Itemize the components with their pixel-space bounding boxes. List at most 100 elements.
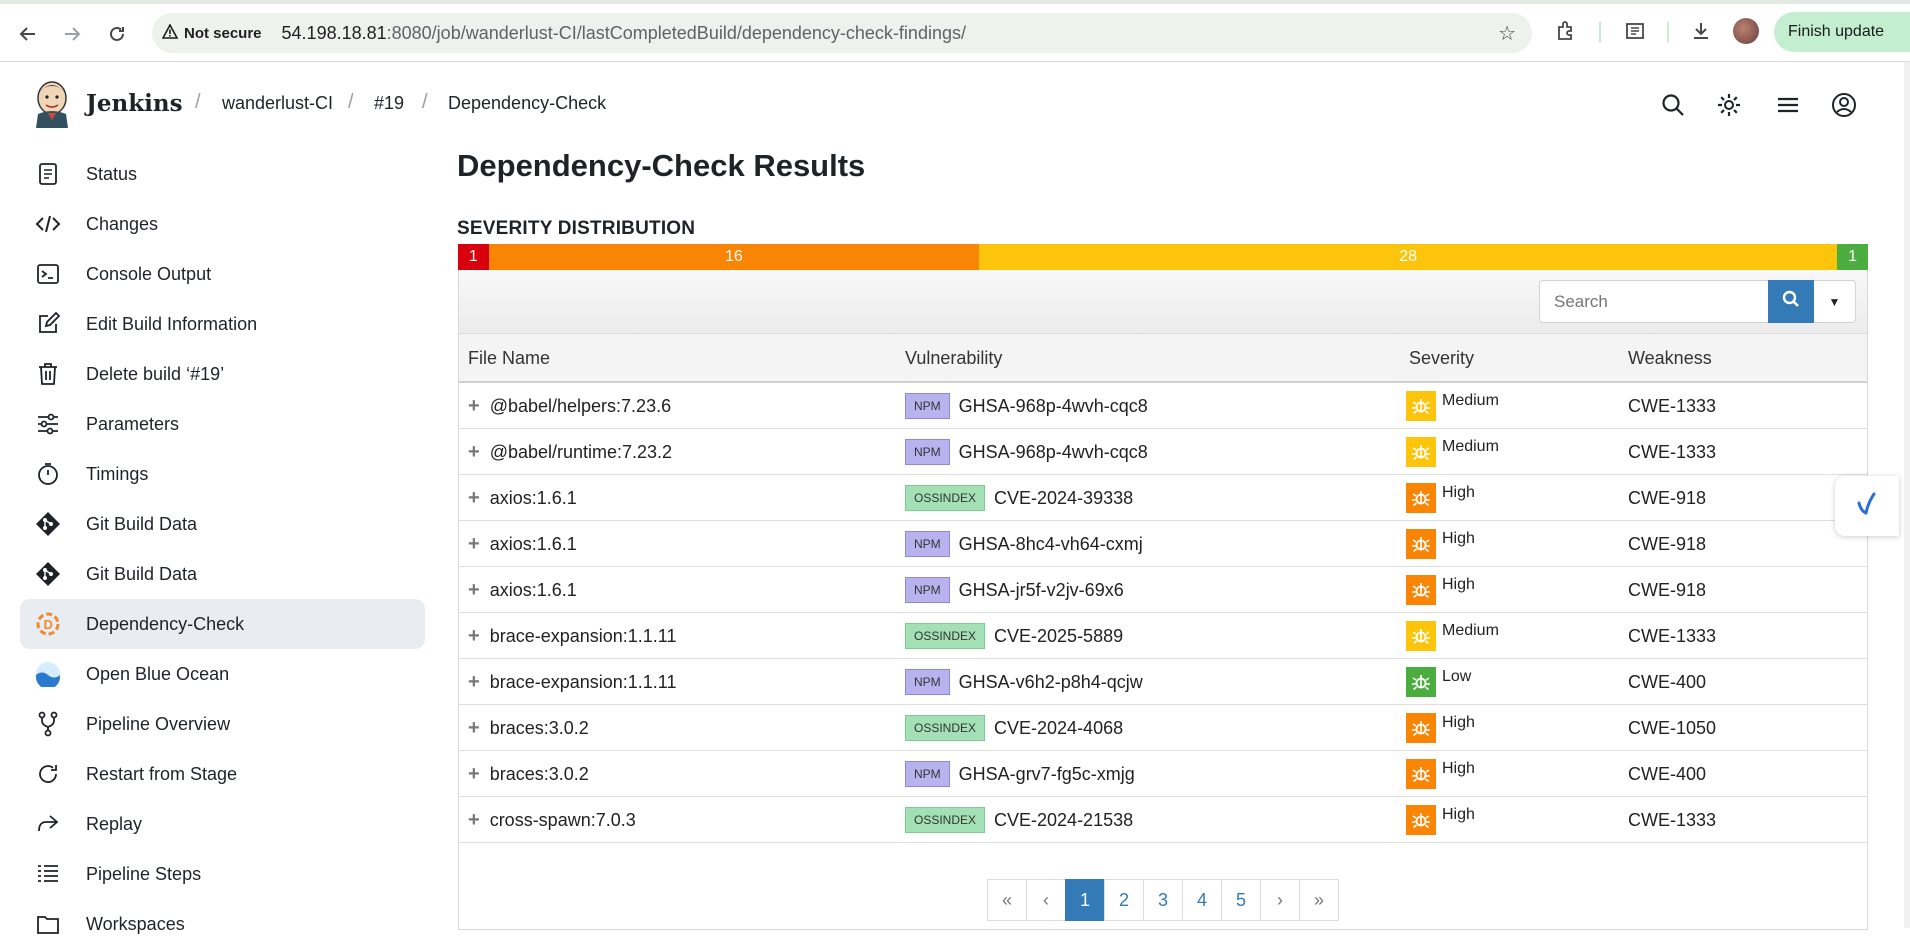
expand-row-icon[interactable]: + xyxy=(468,487,480,510)
caret-down-icon: ▼ xyxy=(1828,294,1841,309)
vulnerability-cell: OSSINDEX CVE-2024-39338 xyxy=(905,475,1133,521)
column-header-weakness[interactable]: Weakness xyxy=(1628,348,1712,369)
search-input[interactable] xyxy=(1539,280,1769,323)
pagination-item[interactable]: ‹ xyxy=(1026,879,1066,921)
reload-icon[interactable] xyxy=(103,20,131,48)
expand-row-icon[interactable]: + xyxy=(468,625,480,648)
column-header-vulnerability[interactable]: Vulnerability xyxy=(905,348,1002,369)
severity-segment-critical[interactable]: 1 xyxy=(458,244,489,270)
forward-icon[interactable] xyxy=(58,20,86,48)
expand-row-icon[interactable]: + xyxy=(468,395,480,418)
file-name: brace-expansion:1.1.11 xyxy=(489,625,677,646)
sidebar-item-changes[interactable]: Changes xyxy=(20,199,425,249)
sidebar-item-restart-from-stage[interactable]: Restart from Stage xyxy=(20,749,425,799)
search-options-dropdown[interactable]: ▼ xyxy=(1814,280,1856,323)
pagination-item[interactable]: 2 xyxy=(1104,879,1144,921)
extensions-icon[interactable] xyxy=(1555,20,1577,48)
jenkins-logo-icon[interactable] xyxy=(34,80,70,128)
pagination-item[interactable]: › xyxy=(1260,879,1300,921)
pagination-item[interactable]: « xyxy=(987,879,1027,921)
back-icon[interactable] xyxy=(14,20,42,48)
table-row[interactable]: + @babel/runtime:7.23.2 NPM GHSA-968p-4wvh-… xyxy=(459,429,1867,475)
expand-row-icon[interactable]: + xyxy=(468,671,480,694)
vulnerability-link[interactable]: GHSA-jr5f-v2jv-69x6 xyxy=(959,580,1124,601)
vulnerability-link[interactable]: CVE-2024-4068 xyxy=(994,718,1123,739)
weakness-id: CWE-400 xyxy=(1628,671,1707,692)
pagination-item[interactable]: 4 xyxy=(1182,879,1222,921)
page-scrollbar[interactable] xyxy=(1904,62,1910,928)
expand-row-icon[interactable]: + xyxy=(468,579,480,602)
breadcrumb-build[interactable]: #19 xyxy=(374,93,404,114)
expand-row-icon[interactable]: + xyxy=(468,533,480,556)
vulnerability-link[interactable]: GHSA-v6h2-p8h4-qcjw xyxy=(959,672,1143,693)
sidebar-item-workspaces[interactable]: Workspaces xyxy=(20,899,425,949)
reading-list-icon[interactable] xyxy=(1624,20,1646,48)
table-row[interactable]: + @babel/helpers:7.23.6 NPM GHSA-968p-4wvh-… xyxy=(459,383,1867,429)
pagination-item[interactable]: 1 xyxy=(1065,879,1105,921)
sidebar-item-delete-build[interactable]: Delete build ‘#19’ xyxy=(20,349,425,399)
severity-cell: Medium xyxy=(1406,613,1499,659)
sidebar-item-label: Pipeline Steps xyxy=(86,863,202,884)
sidebar-item-edit-build-information[interactable]: Edit Build Information xyxy=(20,299,425,349)
vulnerability-link[interactable]: GHSA-grv7-fg5c-xmjg xyxy=(959,764,1135,785)
sidebar-item-label: Git Build Data xyxy=(86,563,198,584)
vulnerability-link[interactable]: CVE-2025-5889 xyxy=(994,626,1123,647)
severity-segment-medium[interactable]: 28 xyxy=(979,244,1838,270)
sidebar-item-status[interactable]: Status xyxy=(20,149,425,199)
weakness-id: CWE-918 xyxy=(1628,533,1707,554)
sidebar-item-timings[interactable]: Timings xyxy=(20,449,425,499)
vulnerability-link[interactable]: GHSA-968p-4wvh-cqc8 xyxy=(959,396,1148,417)
sidebar-item-git-build-data[interactable]: Git Build Data xyxy=(20,499,425,549)
security-chip[interactable]: Not secure xyxy=(161,22,272,43)
bookmark-star-icon[interactable]: ☆ xyxy=(1498,21,1516,46)
table-row[interactable]: + axios:1.6.1 OSSINDEX CVE-2024-39338 High CW… xyxy=(459,475,1867,521)
floating-assistant-widget[interactable] xyxy=(1835,476,1899,536)
table-row[interactable]: + brace-expansion:1.1.11 NPM GHSA-v6h2-p8h4… xyxy=(459,659,1867,705)
folder-icon xyxy=(34,910,62,938)
sidebar-item-open-blue-ocean[interactable]: Open Blue Ocean xyxy=(20,649,425,699)
search-button[interactable] xyxy=(1768,280,1814,323)
severity-label: Medium xyxy=(1442,392,1499,409)
table-row[interactable]: + axios:1.6.1 NPM GHSA-8hc4-vh64-cxmj High CW… xyxy=(459,521,1867,567)
table-row[interactable]: + brace-expansion:1.1.11 OSSINDEX CVE-2025-… xyxy=(459,613,1867,659)
download-icon[interactable] xyxy=(1690,20,1712,48)
source-badge: OSSINDEX xyxy=(905,715,986,741)
table-row[interactable]: + braces:3.0.2 NPM GHSA-grv7-fg5c-xmjg High C… xyxy=(459,751,1867,797)
sidebar-item-replay[interactable]: Replay xyxy=(20,799,425,849)
search-icon[interactable] xyxy=(1660,92,1686,118)
sidebar-item-git-build-data-2[interactable]: Git Build Data xyxy=(20,549,425,599)
severity-segment-high[interactable]: 16 xyxy=(488,244,980,270)
gear-icon[interactable] xyxy=(1716,92,1742,118)
column-header-file-name[interactable]: File Name xyxy=(468,348,550,369)
breadcrumb-job[interactable]: wanderlust-CI xyxy=(222,93,333,114)
expand-row-icon[interactable]: + xyxy=(468,809,480,832)
expand-row-icon[interactable]: + xyxy=(468,763,480,786)
user-account-icon[interactable] xyxy=(1831,92,1857,118)
sidebar-item-pipeline-overview[interactable]: Pipeline Overview xyxy=(20,699,425,749)
pagination-item[interactable]: 5 xyxy=(1221,879,1261,921)
pagination-item[interactable]: 3 xyxy=(1143,879,1183,921)
sidebar-item-parameters[interactable]: Parameters xyxy=(20,399,425,449)
profile-avatar[interactable] xyxy=(1733,18,1759,44)
vulnerability-link[interactable]: GHSA-8hc4-vh64-cxmj xyxy=(959,534,1143,555)
severity-segment-low[interactable]: 1 xyxy=(1837,244,1868,270)
sidebar-item-pipeline-steps[interactable]: Pipeline Steps xyxy=(20,849,425,899)
pagination-item[interactable]: » xyxy=(1299,879,1339,921)
vulnerability-link[interactable]: GHSA-968p-4wvh-cqc8 xyxy=(959,442,1148,463)
column-header-severity[interactable]: Severity xyxy=(1409,348,1474,369)
expand-row-icon[interactable]: + xyxy=(468,441,480,464)
table-row[interactable]: + cross-spawn:7.0.3 OSSINDEX CVE-2024-21538… xyxy=(459,797,1867,843)
expand-row-icon[interactable]: + xyxy=(468,717,480,740)
table-row[interactable]: + braces:3.0.2 OSSINDEX CVE-2024-4068 High CW… xyxy=(459,705,1867,751)
menu-icon[interactable] xyxy=(1775,92,1801,118)
vulnerability-link[interactable]: CVE-2024-21538 xyxy=(994,810,1133,831)
sidebar-item-dependency-check[interactable]: D Dependency-Check xyxy=(20,599,425,649)
address-bar[interactable]: Not secure 54.198.18.81:8080/job/wanderl… xyxy=(152,13,1532,53)
breadcrumb-page[interactable]: Dependency-Check xyxy=(448,93,606,114)
sidebar-item-console-output[interactable]: Console Output xyxy=(20,249,425,299)
git-icon xyxy=(34,510,62,538)
finish-update-button[interactable]: Finish update xyxy=(1774,12,1910,52)
vulnerability-link[interactable]: CVE-2024-39338 xyxy=(994,488,1133,509)
table-row[interactable]: + axios:1.6.1 NPM GHSA-jr5f-v2jv-69x6 High CW… xyxy=(459,567,1867,613)
jenkins-brand[interactable]: Jenkins xyxy=(86,90,183,117)
